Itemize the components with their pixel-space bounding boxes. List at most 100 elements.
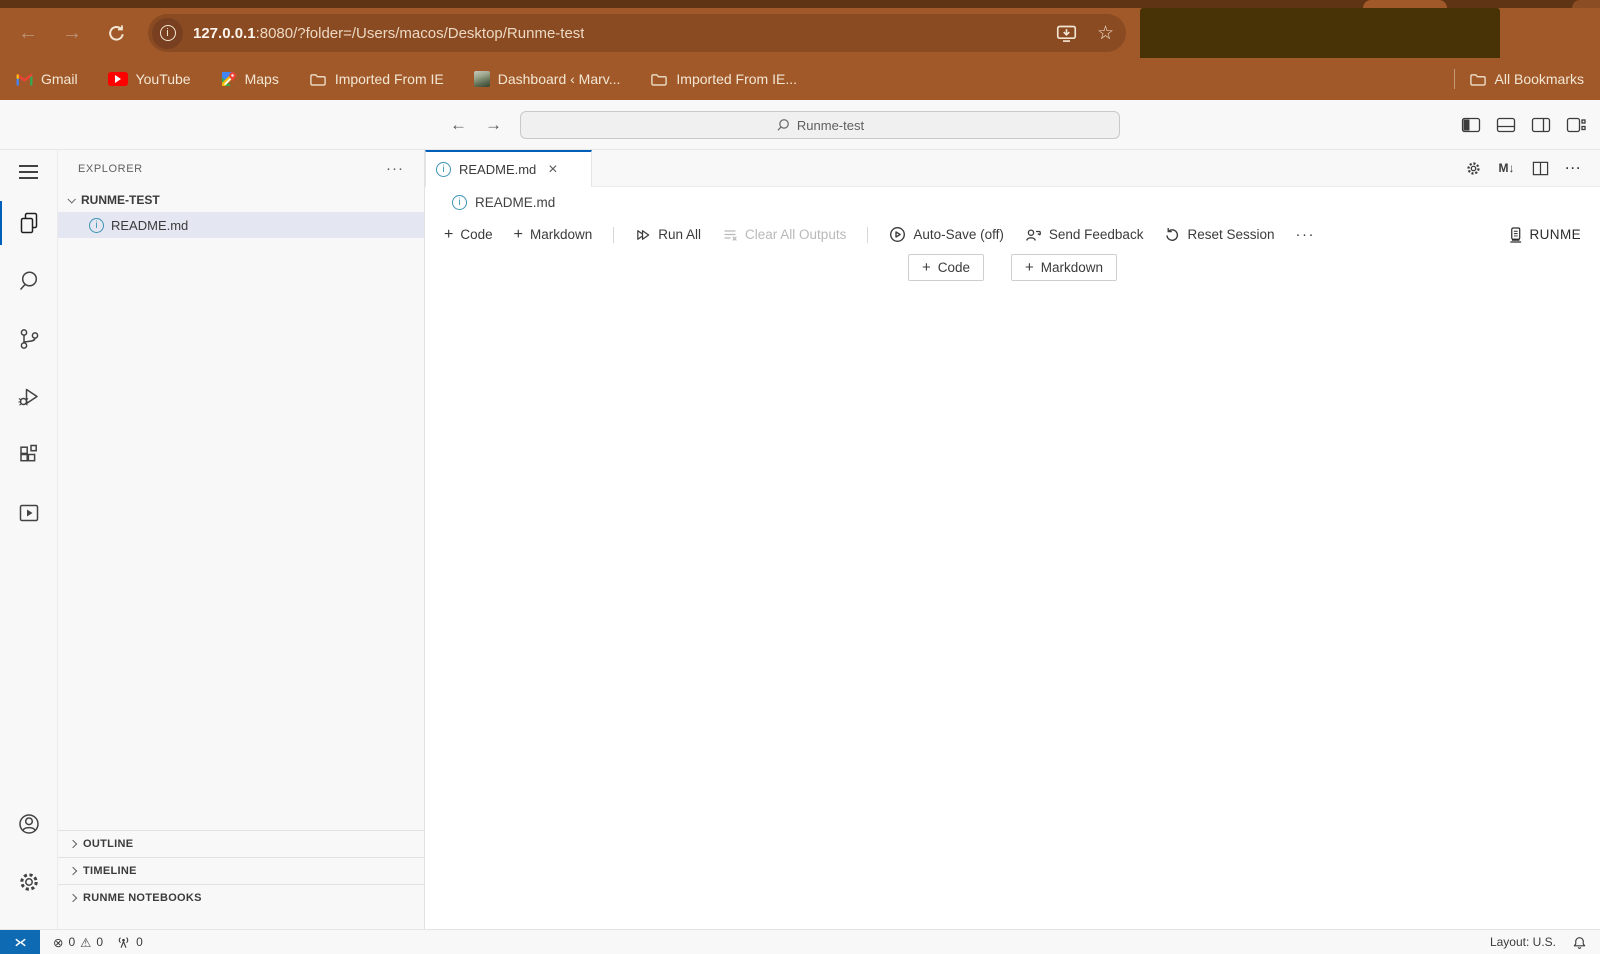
tab-close-icon[interactable]: × (548, 162, 557, 178)
explorer-more-actions[interactable]: ··· (386, 160, 404, 177)
markdown-preview-icon[interactable]: M↓ (1499, 161, 1515, 175)
browser-forward-button[interactable]: → (52, 8, 92, 58)
toggle-secondary-sidebar-icon[interactable] (1531, 116, 1551, 134)
section-outline[interactable]: OUTLINE (58, 830, 424, 857)
url-bar[interactable]: i 127.0.0.1:8080/?folder=/Users/macos/De… (148, 14, 1126, 52)
notebook-settings-gear-icon[interactable] (1465, 160, 1482, 177)
activity-runme[interactable] (0, 484, 58, 542)
explorer-files-icon (16, 210, 42, 236)
customize-layout-icon[interactable] (1566, 116, 1586, 134)
editor-tab-bar: i README.md × M↓ (425, 150, 1600, 187)
runme-brand[interactable]: RUNME (1508, 226, 1582, 244)
chevron-right-icon (69, 894, 77, 902)
insert-code-cell-button[interactable]: + Code (908, 254, 984, 281)
url-host: 127.0.0.1 (193, 25, 256, 42)
tree-root-folder[interactable]: RUNME-TEST (58, 187, 424, 212)
folder-icon (1469, 71, 1487, 87)
run-all-icon (635, 227, 651, 243)
site-info-icon: i (160, 25, 176, 41)
error-count: 0 (68, 935, 75, 949)
add-markdown-cell-button[interactable]: + Markdown (514, 227, 593, 243)
screen: ← → i 127.0.0.1:8080/?folder=/Users/maco… (0, 0, 1600, 954)
install-app-icon[interactable] (1056, 24, 1077, 43)
section-label: RUNME NOTEBOOKS (83, 892, 202, 904)
editor-forward-button[interactable]: → (485, 115, 502, 135)
browser-adjacent-tab-top[interactable] (1572, 0, 1600, 8)
activity-explorer[interactable] (0, 194, 58, 252)
bookmark-imported-from-ie-2[interactable]: Imported From IE... (650, 71, 797, 87)
site-info-chip[interactable]: i (152, 18, 183, 49)
all-bookmarks-button[interactable]: All Bookmarks (1469, 71, 1584, 87)
dashboard-favicon (474, 71, 490, 87)
section-timeline[interactable]: TIMELINE (58, 857, 424, 884)
menu-button[interactable] (0, 150, 58, 194)
reset-session-button[interactable]: Reset Session (1164, 227, 1274, 243)
add-code-cell-button[interactable]: + Code (444, 227, 493, 243)
bookmark-star-icon[interactable]: ☆ (1097, 24, 1114, 43)
toolbar-divider (867, 227, 868, 243)
browser-toolbar: ← → i 127.0.0.1:8080/?folder=/Users/maco… (0, 8, 1600, 58)
folder-icon (309, 71, 327, 87)
activity-source-control[interactable] (0, 310, 58, 368)
tree-item-readme[interactable]: i README.md (58, 212, 424, 238)
clear-all-outputs-button[interactable]: Clear All Outputs (722, 227, 846, 243)
section-label: TIMELINE (83, 865, 137, 877)
account-button[interactable] (0, 795, 58, 853)
browser-tab-strip (0, 0, 1600, 8)
bookmark-maps[interactable]: Maps (221, 71, 279, 87)
search-icon (16, 268, 42, 294)
remote-indicator[interactable] (0, 930, 40, 954)
youtube-icon (108, 72, 128, 86)
toolbar-more-actions[interactable]: ··· (1296, 226, 1316, 243)
activity-bar (0, 150, 58, 929)
activity-extensions[interactable] (0, 426, 58, 484)
plus-icon: + (444, 227, 453, 243)
bookmark-label: Imported From IE (335, 71, 444, 87)
toggle-primary-sidebar-icon[interactable] (1461, 116, 1481, 134)
toggle-panel-icon[interactable] (1496, 116, 1516, 134)
bookmark-label: Imported From IE... (676, 71, 797, 87)
tab-readme[interactable]: i README.md × (425, 150, 592, 187)
plus-icon: + (514, 227, 523, 243)
sidebar-title: EXPLORER (78, 163, 143, 175)
activity-run-debug[interactable] (0, 368, 58, 426)
bookmark-imported-from-ie[interactable]: Imported From IE (309, 71, 444, 87)
reload-icon (107, 24, 126, 43)
bookmark-dashboard[interactable]: Dashboard ‹ Marv... (474, 71, 621, 87)
reset-session-icon (1164, 227, 1180, 243)
section-label: OUTLINE (83, 838, 133, 850)
browser-reload-button[interactable] (96, 8, 136, 58)
problems-indicator[interactable]: ⊗ 0 ⚠ 0 (53, 935, 103, 950)
split-editor-icon[interactable] (1532, 160, 1549, 177)
send-feedback-button[interactable]: Send Feedback (1025, 227, 1144, 243)
sidebar-tail (58, 911, 424, 929)
notebook-breadcrumb[interactable]: i README.md (425, 187, 1600, 218)
tab-label: README.md (459, 162, 536, 177)
run-all-button[interactable]: Run All (635, 227, 701, 243)
bookmark-label: Dashboard ‹ Marv... (498, 71, 621, 87)
settings-button[interactable] (0, 853, 58, 911)
section-runme-notebooks[interactable]: RUNME NOTEBOOKS (58, 884, 424, 911)
bookmark-gmail[interactable]: Gmail (16, 71, 78, 87)
url-text: 127.0.0.1:8080/?folder=/Users/macos/Desk… (193, 25, 584, 42)
radio-tower-icon (116, 935, 131, 950)
send-feedback-icon (1025, 227, 1042, 243)
auto-save-icon (889, 226, 906, 243)
browser-back-button[interactable]: ← (8, 8, 48, 58)
status-bar: ⊗ 0 ⚠ 0 0 Layout: U.S. (0, 929, 1600, 954)
breadcrumb-label: README.md (475, 195, 555, 210)
vscode-titlebar: ← → Runme-test (0, 100, 1600, 150)
editor-more-actions[interactable]: ··· (1566, 161, 1583, 175)
editor-back-button[interactable]: ← (450, 115, 467, 135)
warning-count: 0 (96, 935, 103, 949)
keyboard-layout-indicator[interactable]: Layout: U.S. (1490, 935, 1556, 949)
auto-save-toggle[interactable]: Auto-Save (off) (889, 226, 1004, 243)
command-center-search[interactable]: Runme-test (520, 111, 1120, 139)
browser-active-tab-top[interactable] (1363, 0, 1447, 8)
notifications-bell-icon[interactable] (1572, 935, 1587, 950)
insert-markdown-cell-button[interactable]: + Markdown (1011, 254, 1117, 281)
ports-indicator[interactable]: 0 (116, 935, 143, 950)
bookmark-youtube[interactable]: YouTube (108, 71, 191, 87)
bookmarks-divider (1454, 69, 1455, 89)
activity-search[interactable] (0, 252, 58, 310)
